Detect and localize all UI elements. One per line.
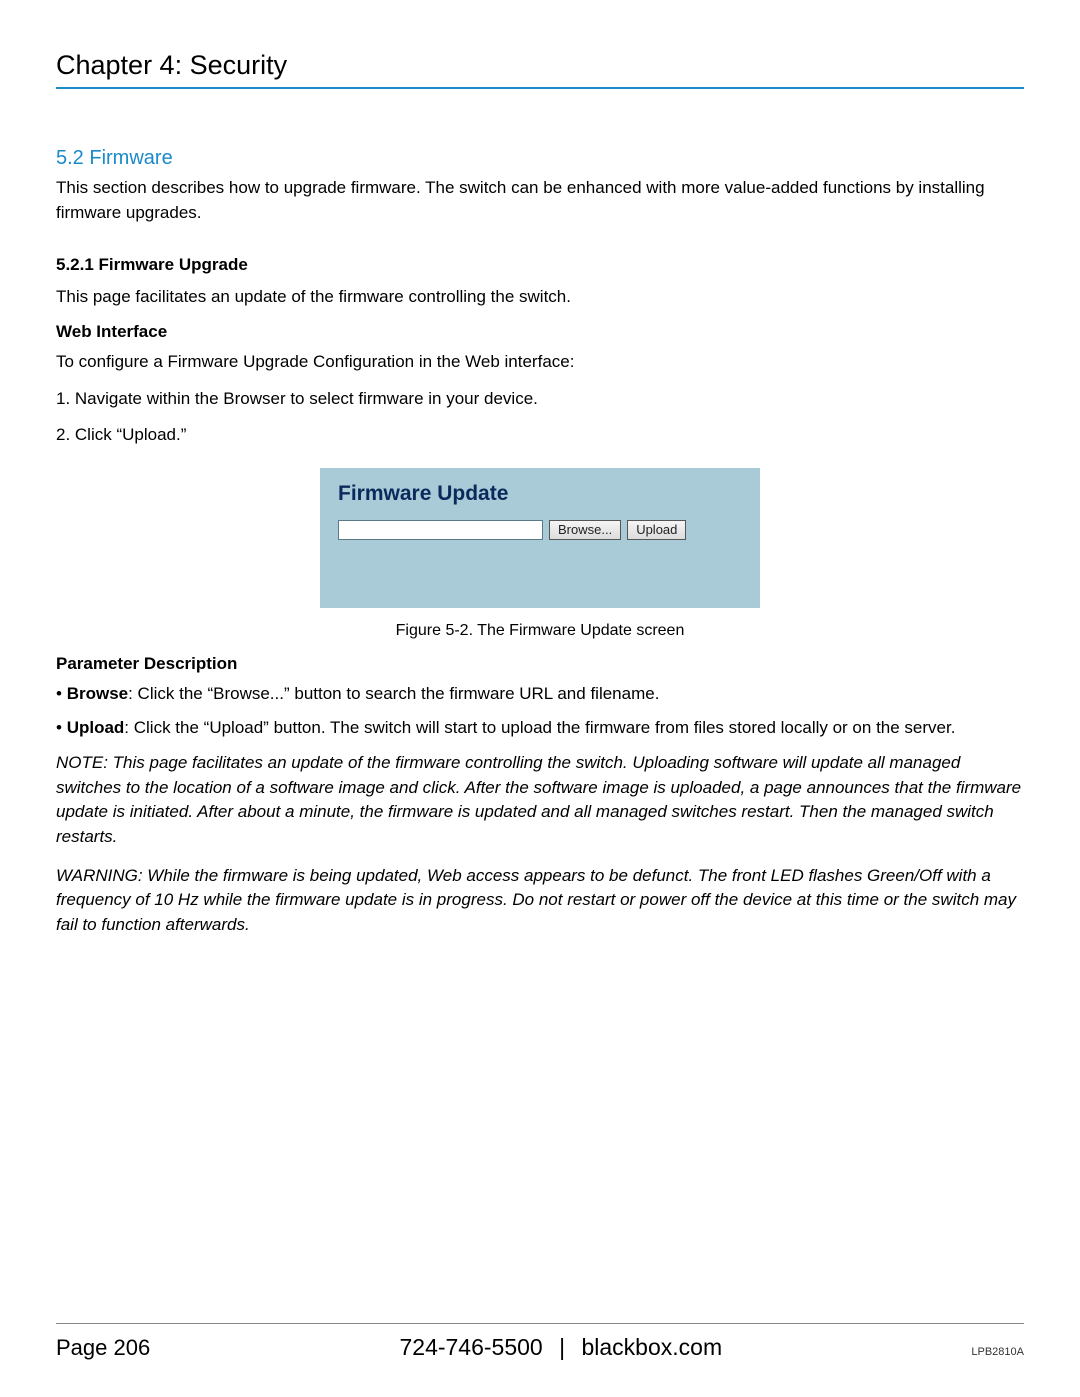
param-upload-label: Upload (67, 718, 125, 737)
param-upload-line: • Upload: Click the “Upload” button. The… (56, 716, 1024, 741)
section-heading: 5.2 Firmware (56, 147, 1024, 170)
subsection-desc: This page facilitates an update of the f… (56, 285, 1024, 310)
step-2: 2. Click “Upload.” (56, 423, 1024, 448)
footer-separator: | (559, 1334, 565, 1360)
note-text: NOTE: This page facilitates an update of… (56, 751, 1024, 850)
upload-button[interactable]: Upload (627, 520, 686, 540)
figure-wrap: Firmware Update Browse... Upload (320, 468, 760, 608)
step-1: 1. Navigate within the Browser to select… (56, 387, 1024, 412)
section-intro: This section describes how to upgrade fi… (56, 176, 1024, 225)
bullet-dot: • (56, 684, 67, 703)
param-browse-label: Browse (67, 684, 128, 703)
firmware-update-panel: Firmware Update Browse... Upload (320, 468, 760, 608)
param-browse-line: • Browse: Click the “Browse...” button t… (56, 682, 1024, 707)
footer-page-number: Page 206 (56, 1335, 150, 1361)
param-desc-heading: Parameter Description (56, 654, 1024, 674)
web-interface-intro: To configure a Firmware Upgrade Configur… (56, 350, 1024, 375)
param-upload-text: : Click the “Upload” button. The switch … (124, 718, 955, 737)
firmware-update-row: Browse... Upload (338, 520, 742, 540)
footer-phone: 724-746-5500 (399, 1334, 542, 1360)
footer-model: LPB2810A (971, 1346, 1024, 1358)
firmware-file-input[interactable] (338, 520, 543, 540)
figure-caption: Figure 5-2. The Firmware Update screen (56, 622, 1024, 640)
page-footer: Page 206 724-746-5500 | blackbox.com LPB… (56, 1323, 1024, 1361)
chapter-title: Chapter 4: Security (56, 50, 1024, 89)
subsection-heading: 5.2.1 Firmware Upgrade (56, 255, 1024, 275)
bullet-dot: • (56, 718, 67, 737)
web-interface-heading: Web Interface (56, 322, 1024, 342)
footer-site: blackbox.com (581, 1334, 722, 1360)
document-page: Chapter 4: Security 5.2 Firmware This se… (0, 0, 1080, 1397)
param-browse-text: : Click the “Browse...” button to search… (128, 684, 659, 703)
footer-center: 724-746-5500 | blackbox.com (150, 1334, 971, 1361)
firmware-update-title: Firmware Update (338, 482, 742, 506)
browse-button[interactable]: Browse... (549, 520, 621, 540)
warning-text: WARNING: While the firmware is being upd… (56, 864, 1024, 938)
